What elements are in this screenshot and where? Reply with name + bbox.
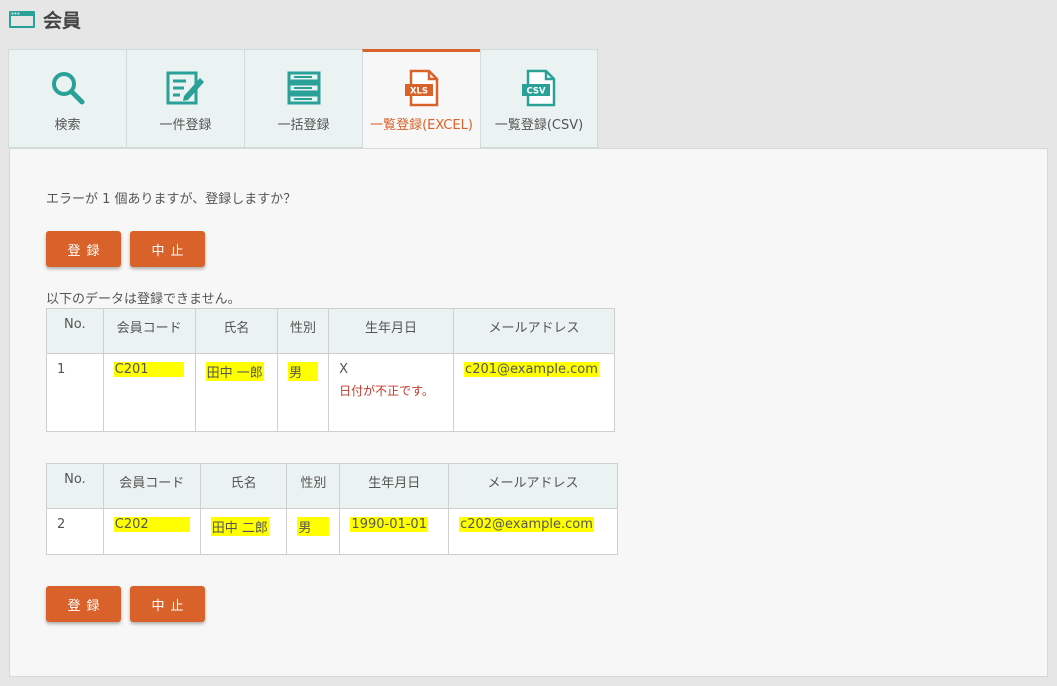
highlighted-value: 1990-01-01 [350, 517, 428, 532]
tab-list-register-csv[interactable]: CSV 一覧登録(CSV) [480, 49, 598, 148]
confirm-message: エラーが 1 個ありますが、登録しますか？ [46, 192, 297, 207]
window-icon [9, 10, 35, 28]
data-table: No. 会員コード 氏名 性別 生年月日 メールアドレス 2 C202 田中 二… [46, 463, 618, 555]
highlighted-value: 田中 一郎 [205, 362, 264, 381]
tab-label: 一括登録 [277, 118, 330, 133]
highlighted-value: C201 [113, 362, 184, 377]
tab-bar: 検索 一件登録 一括登録 XLS 一覧登録(EXCEL) CSV 一覧登録(CS… [8, 49, 598, 150]
cell-email: c201@example.com [453, 353, 615, 432]
cell-birthdate: X 日付が不正です。 [328, 353, 455, 432]
table-header-row: No. 会員コード 氏名 性別 生年月日 メールアドレス [46, 463, 618, 509]
cell-gender: 男 [277, 353, 330, 432]
content-panel: エラーが 1 個ありますが、登録しますか？ 登録 中止 以下のデータは登録できま… [9, 148, 1048, 677]
register-button[interactable]: 登録 [46, 231, 121, 267]
cell-email: c202@example.com [448, 508, 618, 555]
cell-name: 田中 一郎 [194, 353, 279, 432]
tab-label: 一覧登録(EXCEL) [370, 118, 473, 133]
tab-list-register-excel[interactable]: XLS 一覧登録(EXCEL) [362, 49, 480, 150]
col-birthdate: 生年月日 [339, 463, 450, 509]
table-row: 1 C201 田中 一郎 男 X 日付が不正です。 c201@example.c… [46, 353, 615, 432]
col-birthdate: 生年月日 [328, 308, 455, 354]
cell-gender: 男 [286, 508, 341, 555]
cancel-button[interactable]: 中止 [130, 231, 205, 267]
table-header-row: No. 会員コード 氏名 性別 生年月日 メールアドレス [46, 308, 615, 354]
search-icon [48, 68, 88, 108]
title-bar: 会員 [9, 6, 81, 32]
highlighted-value: c201@example.com [464, 362, 599, 377]
register-button-bottom[interactable]: 登録 [46, 586, 121, 622]
cell-member-code: C201 [102, 353, 196, 432]
cell-name: 田中 二郎 [199, 508, 288, 555]
col-email: メールアドレス [453, 308, 615, 354]
col-no: No. [46, 308, 104, 354]
csv-file-icon: CSV [519, 68, 559, 108]
list-stack-icon [284, 68, 324, 108]
cancel-button-bottom[interactable]: 中止 [130, 586, 205, 622]
birthdate-value: X [339, 362, 348, 377]
xls-file-icon: XLS [402, 68, 442, 108]
birthdate-error-message: 日付が不正です。 [339, 384, 434, 398]
error-table: No. 会員コード 氏名 性別 生年月日 メールアドレス 1 C201 田中 一… [46, 308, 615, 432]
col-name: 氏名 [194, 308, 279, 354]
col-email: メールアドレス [448, 463, 618, 509]
col-name: 氏名 [199, 463, 288, 509]
highlighted-value: C202 [113, 517, 190, 532]
highlighted-value: c202@example.com [459, 517, 594, 532]
cell-no: 2 [46, 508, 104, 555]
cell-member-code: C202 [102, 508, 201, 555]
page-title: 会員 [43, 9, 82, 32]
highlighted-value: 田中 二郎 [210, 517, 269, 536]
tab-label: 一覧登録(CSV) [494, 118, 584, 133]
col-gender: 性別 [277, 308, 330, 354]
tab-search[interactable]: 検索 [8, 49, 126, 148]
col-gender: 性別 [286, 463, 341, 509]
tab-label: 一件登録 [159, 118, 212, 133]
xls-badge-text: XLS [409, 87, 427, 97]
col-member-code: 会員コード [102, 463, 201, 509]
cell-no: 1 [46, 353, 104, 432]
tab-label: 検索 [54, 118, 81, 133]
highlighted-value: 男 [297, 517, 330, 536]
error-note: 以下のデータは登録できません。 [46, 292, 241, 307]
highlighted-value: 男 [288, 362, 319, 381]
cell-birthdate: 1990-01-01 [339, 508, 450, 555]
col-member-code: 会員コード [102, 308, 196, 354]
table-row: 2 C202 田中 二郎 男 1990-01-01 c202@example.c… [46, 508, 618, 555]
edit-form-icon [166, 68, 206, 108]
tab-single-register[interactable]: 一件登録 [126, 49, 244, 148]
csv-badge-text: CSV [526, 87, 546, 97]
tab-bulk-register[interactable]: 一括登録 [244, 49, 362, 148]
col-no: No. [46, 463, 104, 509]
